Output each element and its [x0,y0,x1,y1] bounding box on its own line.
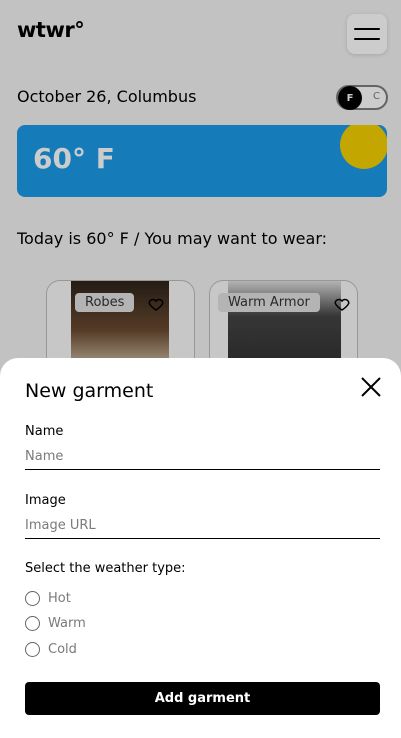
radio-button[interactable] [25,591,40,606]
name-label: Name [25,424,64,439]
modal-title: New garment [25,380,154,402]
radio-option-cold[interactable]: Cold [25,642,77,657]
radio-label: Cold [48,642,77,657]
new-garment-modal: New garment Name Image Select the weathe… [0,358,401,738]
image-label: Image [25,493,66,508]
add-garment-button[interactable]: Add garment [25,682,380,715]
radio-button[interactable] [25,642,40,657]
radio-option-hot[interactable]: Hot [25,591,71,606]
radio-label: Hot [48,591,71,606]
radio-label: Warm [48,616,86,631]
radio-option-warm[interactable]: Warm [25,616,86,631]
image-url-input[interactable] [25,513,380,539]
radio-button[interactable] [25,616,40,631]
close-icon[interactable] [360,376,382,398]
name-input[interactable] [25,444,380,470]
weather-type-title: Select the weather type: [25,561,186,576]
